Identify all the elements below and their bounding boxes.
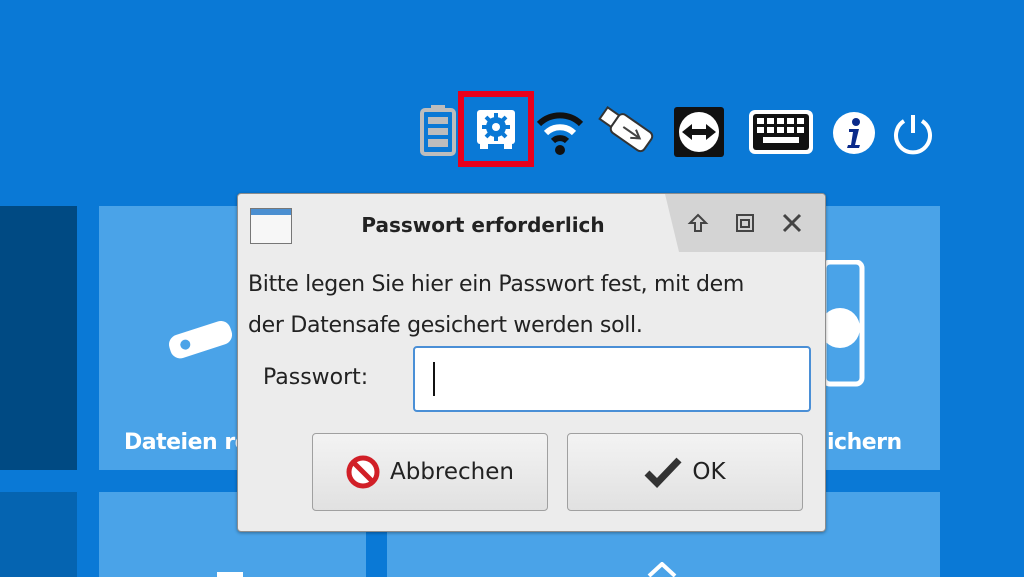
tile-lower-left-icon [217, 572, 243, 577]
close-icon [782, 213, 802, 233]
wifi-icon[interactable] [536, 106, 584, 156]
datasafe-settings-icon[interactable] [474, 108, 518, 152]
tile-lower-right-icon [647, 562, 677, 577]
ok-button[interactable]: OK [567, 433, 803, 511]
maximize-button[interactable] [732, 210, 758, 236]
side-panel-lower [0, 492, 77, 577]
close-button[interactable] [779, 210, 805, 236]
password-input[interactable] [413, 346, 811, 412]
side-panel [0, 206, 77, 470]
dialog-titlebar[interactable]: Passwort erforderlich [238, 194, 825, 256]
ok-button-label: OK [692, 459, 726, 485]
usb-stick-large-icon [168, 320, 233, 359]
info-icon[interactable] [832, 111, 876, 155]
usb-stick-icon[interactable] [596, 104, 656, 156]
cancel-button-label: Abbrechen [390, 459, 514, 485]
dialog-title: Passwort erforderlich [361, 213, 605, 237]
password-dialog: Passwort erforderlich Bitte legen Sie hi… [237, 193, 826, 532]
dialog-message-line: der Datensafe gesichert werden soll. [248, 313, 643, 338]
maximize-icon [736, 214, 754, 232]
cancel-button[interactable]: Abbrechen [312, 433, 548, 511]
dialog-message-line: Bitte legen Sie hier ein Passwort fest, … [248, 272, 745, 297]
battery-icon[interactable] [419, 104, 457, 156]
tile-files-label: Dateien re [124, 430, 250, 455]
arrow-up-icon [687, 213, 709, 232]
shade-button[interactable] [685, 210, 711, 236]
teamviewer-icon[interactable] [674, 107, 724, 157]
tile-backup-label: ichern [827, 430, 902, 455]
drive-large-icon [822, 260, 865, 387]
window-icon [250, 208, 292, 244]
window-controls [665, 194, 825, 252]
keyboard-icon[interactable] [748, 109, 814, 155]
checkmark-icon [644, 457, 682, 488]
password-label: Passwort: [263, 365, 369, 390]
power-icon[interactable] [890, 111, 936, 157]
dialog-message: Bitte legen Sie hier ein Passwort fest, … [248, 264, 823, 346]
cancel-icon [346, 455, 380, 489]
text-caret [433, 362, 435, 396]
